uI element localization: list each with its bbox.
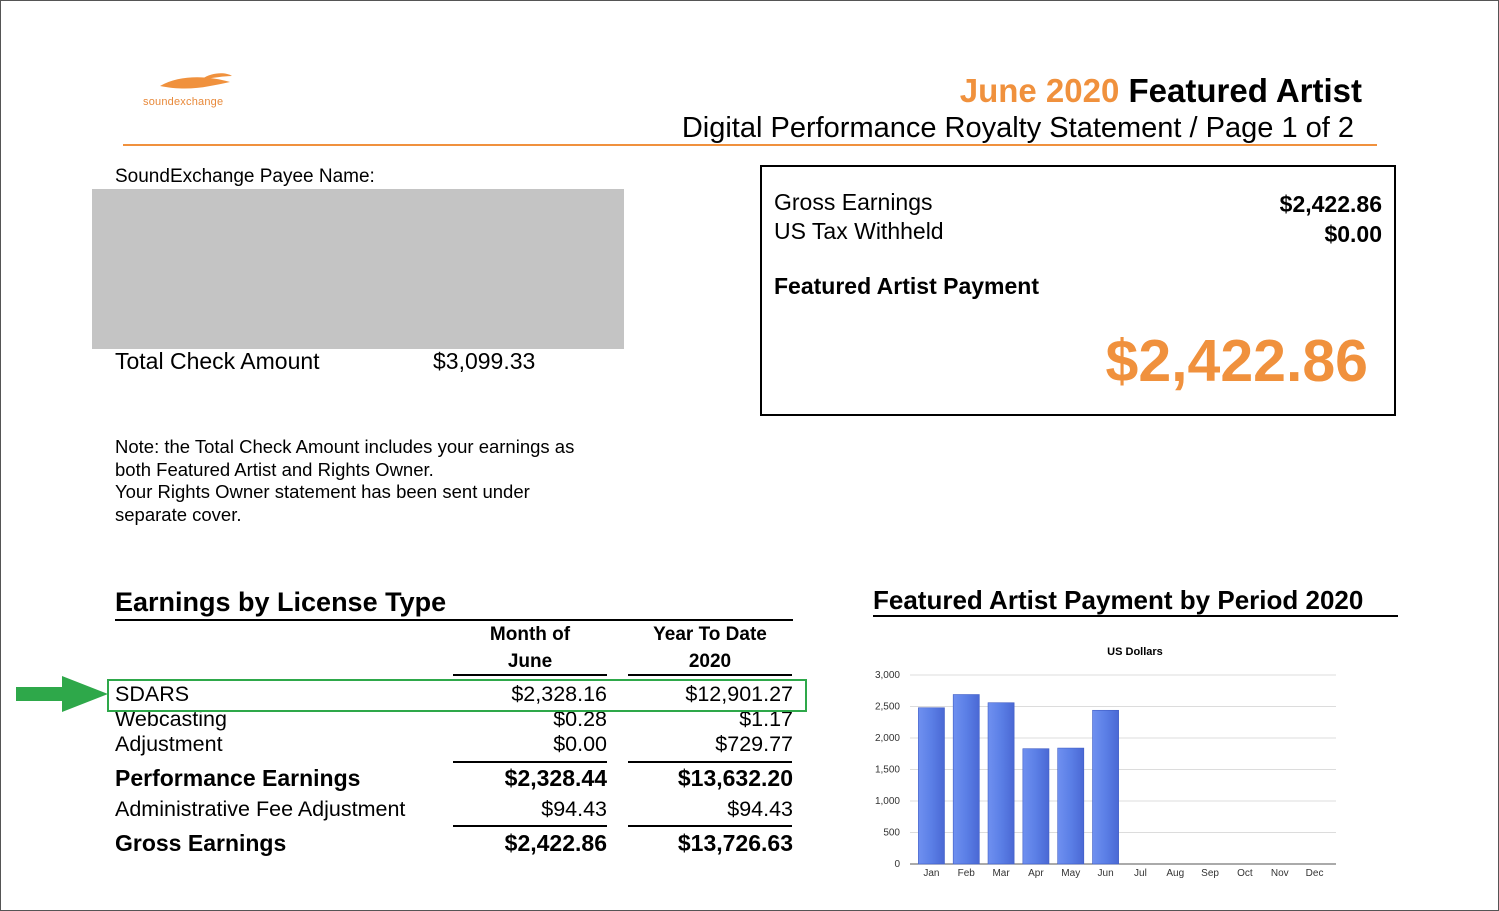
row-ytd-value: $94.43: [727, 797, 793, 821]
payment-summary-box: Gross Earnings $2,422.86 US Tax Withheld…: [760, 165, 1396, 416]
col-header-month-line2: June: [507, 651, 553, 672]
col-header-ytd-line1: Year To Date: [653, 624, 767, 645]
logo-text: soundexchange: [143, 96, 224, 108]
row-label: Performance Earnings: [115, 765, 361, 791]
page-title: June 2020 Featured Artist: [960, 72, 1362, 110]
sdars-highlight-box: [107, 679, 807, 712]
x-tick-label: Feb: [958, 868, 976, 879]
row-month-value: $0.00: [553, 732, 607, 756]
chart-title-rule: [873, 615, 1398, 617]
bar-jun: [1092, 709, 1119, 865]
x-tick-label: Aug: [1166, 868, 1184, 879]
note-text: Note: the Total Check Amount includes yo…: [115, 436, 635, 526]
row-ytd-value: $13,632.20: [677, 765, 793, 791]
x-tick-label: May: [1061, 868, 1080, 879]
x-tick-label: Jun: [1098, 868, 1114, 879]
col-header-ytd-line2: 2020: [688, 651, 732, 672]
x-tick-label: Oct: [1237, 868, 1253, 879]
total-rule: [453, 825, 607, 827]
row-label: Gross Earnings: [115, 830, 287, 856]
row-month-value: $2,422.86: [504, 830, 607, 856]
title-main: Featured Artist: [1128, 72, 1362, 109]
table-row: Administrative Fee Adjustment $94.43 $94…: [115, 797, 793, 823]
col-header-month-line1: Month of: [489, 624, 571, 645]
bar-mar: [987, 702, 1015, 865]
bar-may: [1057, 747, 1085, 865]
col-header-month: Month of June: [453, 621, 607, 675]
subtotal-rule: [628, 761, 792, 763]
y-tick-label: 2,500: [875, 702, 900, 713]
total-rule: [628, 825, 792, 827]
header-divider: [123, 144, 1377, 146]
earnings-table-title: Earnings by License Type: [115, 587, 447, 617]
total-check-value: $3,099.33: [433, 348, 536, 374]
row-label: Adjustment: [115, 732, 223, 756]
table-row-subtotal: Performance Earnings $2,328.44 $13,632.2…: [115, 765, 793, 791]
title-period: June 2020: [959, 72, 1120, 109]
featured-artist-payment-value: $2,422.86: [1105, 328, 1368, 394]
arrow-right-icon: [16, 676, 108, 712]
x-tick-label: Jan: [923, 868, 939, 879]
col-rule: [628, 674, 792, 676]
table-row-total: Gross Earnings $2,422.86 $13,726.63: [115, 830, 793, 856]
total-check-label: Total Check Amount: [115, 348, 320, 374]
x-tick-label: Mar: [992, 868, 1010, 879]
x-tick-label: Apr: [1028, 868, 1044, 879]
row-ytd-value: $13,726.63: [677, 830, 793, 856]
note-line: both Featured Artist and Rights Owner.: [115, 458, 434, 480]
tax-withheld-value: $0.00: [1324, 221, 1382, 247]
y-tick-label: 0: [894, 859, 900, 870]
page-subtitle: Digital Performance Royalty Statement / …: [681, 112, 1354, 144]
gross-earnings-label: Gross Earnings: [774, 189, 933, 215]
x-tick-label: Nov: [1271, 868, 1289, 879]
bar-jan: [918, 707, 945, 865]
y-tick-label: 2,000: [875, 733, 900, 744]
row-month-value: $94.43: [541, 797, 607, 821]
bar-apr: [1022, 748, 1050, 865]
y-tick-label: 500: [883, 828, 900, 839]
col-header-ytd: Year To Date 2020: [628, 621, 792, 675]
featured-artist-payment-label: Featured Artist Payment: [774, 273, 1039, 299]
redacted-payee-block: [92, 189, 624, 349]
tax-withheld-label: US Tax Withheld: [774, 218, 944, 244]
bar-feb: [952, 694, 980, 865]
note-line: separate cover.: [115, 503, 242, 525]
row-ytd-value: $729.77: [715, 732, 793, 756]
gross-earnings-value: $2,422.86: [1279, 191, 1382, 217]
x-tick-label: Jul: [1134, 868, 1147, 879]
table-row: Adjustment $0.00 $729.77: [115, 732, 793, 758]
y-tick-label: 1,000: [875, 796, 900, 807]
x-tick-label: Dec: [1306, 868, 1324, 879]
subtotal-rule: [453, 761, 607, 763]
row-month-value: $2,328.44: [504, 765, 607, 791]
chart-subtitle: US Dollars: [1107, 646, 1163, 658]
row-label: Administrative Fee Adjustment: [115, 797, 406, 821]
col-rule: [453, 674, 607, 676]
note-line: Your Rights Owner statement has been sen…: [115, 481, 530, 502]
y-tick-label: 3,000: [875, 670, 900, 681]
chart-title: Featured Artist Payment by Period 2020: [873, 585, 1364, 615]
note-line: Note: the Total Check Amount includes yo…: [115, 436, 575, 457]
x-tick-label: Sep: [1201, 868, 1219, 879]
payment-bar-chart: US Dollars 0 500 1,000 1,500 2,000 2,500 3,000…: [875, 646, 1336, 879]
payee-name-label: SoundExchange Payee Name:: [115, 166, 375, 187]
y-tick-label: 1,500: [875, 765, 900, 776]
